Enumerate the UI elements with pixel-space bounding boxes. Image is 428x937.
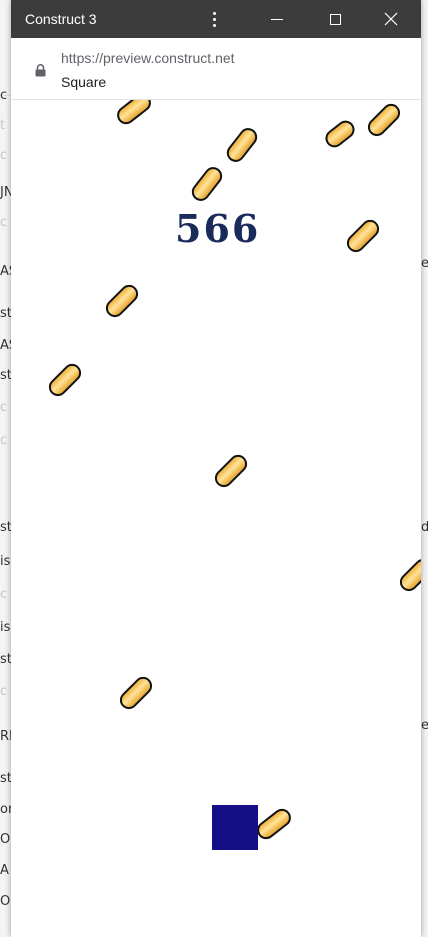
falling-bullet bbox=[396, 555, 421, 595]
minimize-icon bbox=[271, 18, 283, 20]
maximize-icon bbox=[329, 13, 341, 25]
falling-bullet bbox=[343, 216, 383, 256]
background-text: is bbox=[0, 554, 11, 569]
background-text: st bbox=[0, 652, 11, 667]
falling-bullet bbox=[364, 100, 404, 140]
background-text: or bbox=[0, 802, 11, 817]
lock-icon bbox=[35, 64, 46, 77]
url-text[interactable]: https://preview.construct.net bbox=[61, 49, 235, 67]
falling-bullet bbox=[45, 360, 85, 400]
background-text: O bbox=[0, 832, 11, 847]
background-text: AS bbox=[0, 264, 11, 279]
background-text: c bbox=[0, 433, 8, 448]
background-text: e bbox=[421, 718, 428, 733]
background-text: JN bbox=[0, 185, 11, 200]
close-icon bbox=[384, 12, 398, 26]
background-text: c bbox=[0, 215, 8, 230]
background-text: c bbox=[0, 148, 8, 163]
falling-bullet bbox=[116, 673, 156, 713]
background-text: st bbox=[0, 368, 11, 383]
falling-bullet bbox=[253, 805, 295, 843]
preview-window: Construct 3 https://preview.construct.ne… bbox=[11, 0, 421, 937]
falling-bullet bbox=[188, 163, 226, 205]
falling-bullet bbox=[113, 100, 155, 128]
background-text: AS bbox=[0, 338, 11, 353]
falling-bullet bbox=[102, 281, 142, 321]
background-text: O bbox=[0, 894, 11, 909]
score-display: 566 bbox=[175, 206, 261, 251]
background-text: c bbox=[0, 587, 8, 602]
page-title: Square bbox=[61, 74, 107, 90]
background-text: e bbox=[421, 256, 428, 271]
close-button[interactable] bbox=[368, 0, 414, 38]
background-text: A bbox=[0, 863, 9, 878]
address-bar[interactable]: https://preview.construct.net Square bbox=[11, 38, 421, 100]
background-text: t bbox=[0, 118, 6, 133]
falling-bullet bbox=[223, 124, 261, 166]
title-bar[interactable]: Construct 3 bbox=[11, 0, 421, 38]
window-title: Construct 3 bbox=[25, 11, 97, 27]
minimize-button[interactable] bbox=[254, 0, 300, 38]
falling-bullet bbox=[321, 117, 359, 151]
game-canvas[interactable]: 566 bbox=[11, 100, 421, 937]
background-text: is bbox=[0, 620, 11, 635]
background-text: c bbox=[0, 400, 8, 415]
background-text: st bbox=[0, 771, 11, 786]
background-text: RE bbox=[0, 729, 11, 744]
background-text: c bbox=[0, 684, 8, 699]
background-text: d bbox=[421, 520, 428, 535]
falling-bullet bbox=[211, 451, 251, 491]
background-text: st bbox=[0, 306, 11, 321]
background-text: st bbox=[0, 520, 11, 535]
kebab-menu-icon bbox=[212, 11, 216, 27]
more-menu-button[interactable] bbox=[192, 0, 236, 38]
background-text: c bbox=[0, 88, 8, 103]
maximize-button[interactable] bbox=[312, 0, 358, 38]
player-square[interactable] bbox=[212, 805, 258, 850]
